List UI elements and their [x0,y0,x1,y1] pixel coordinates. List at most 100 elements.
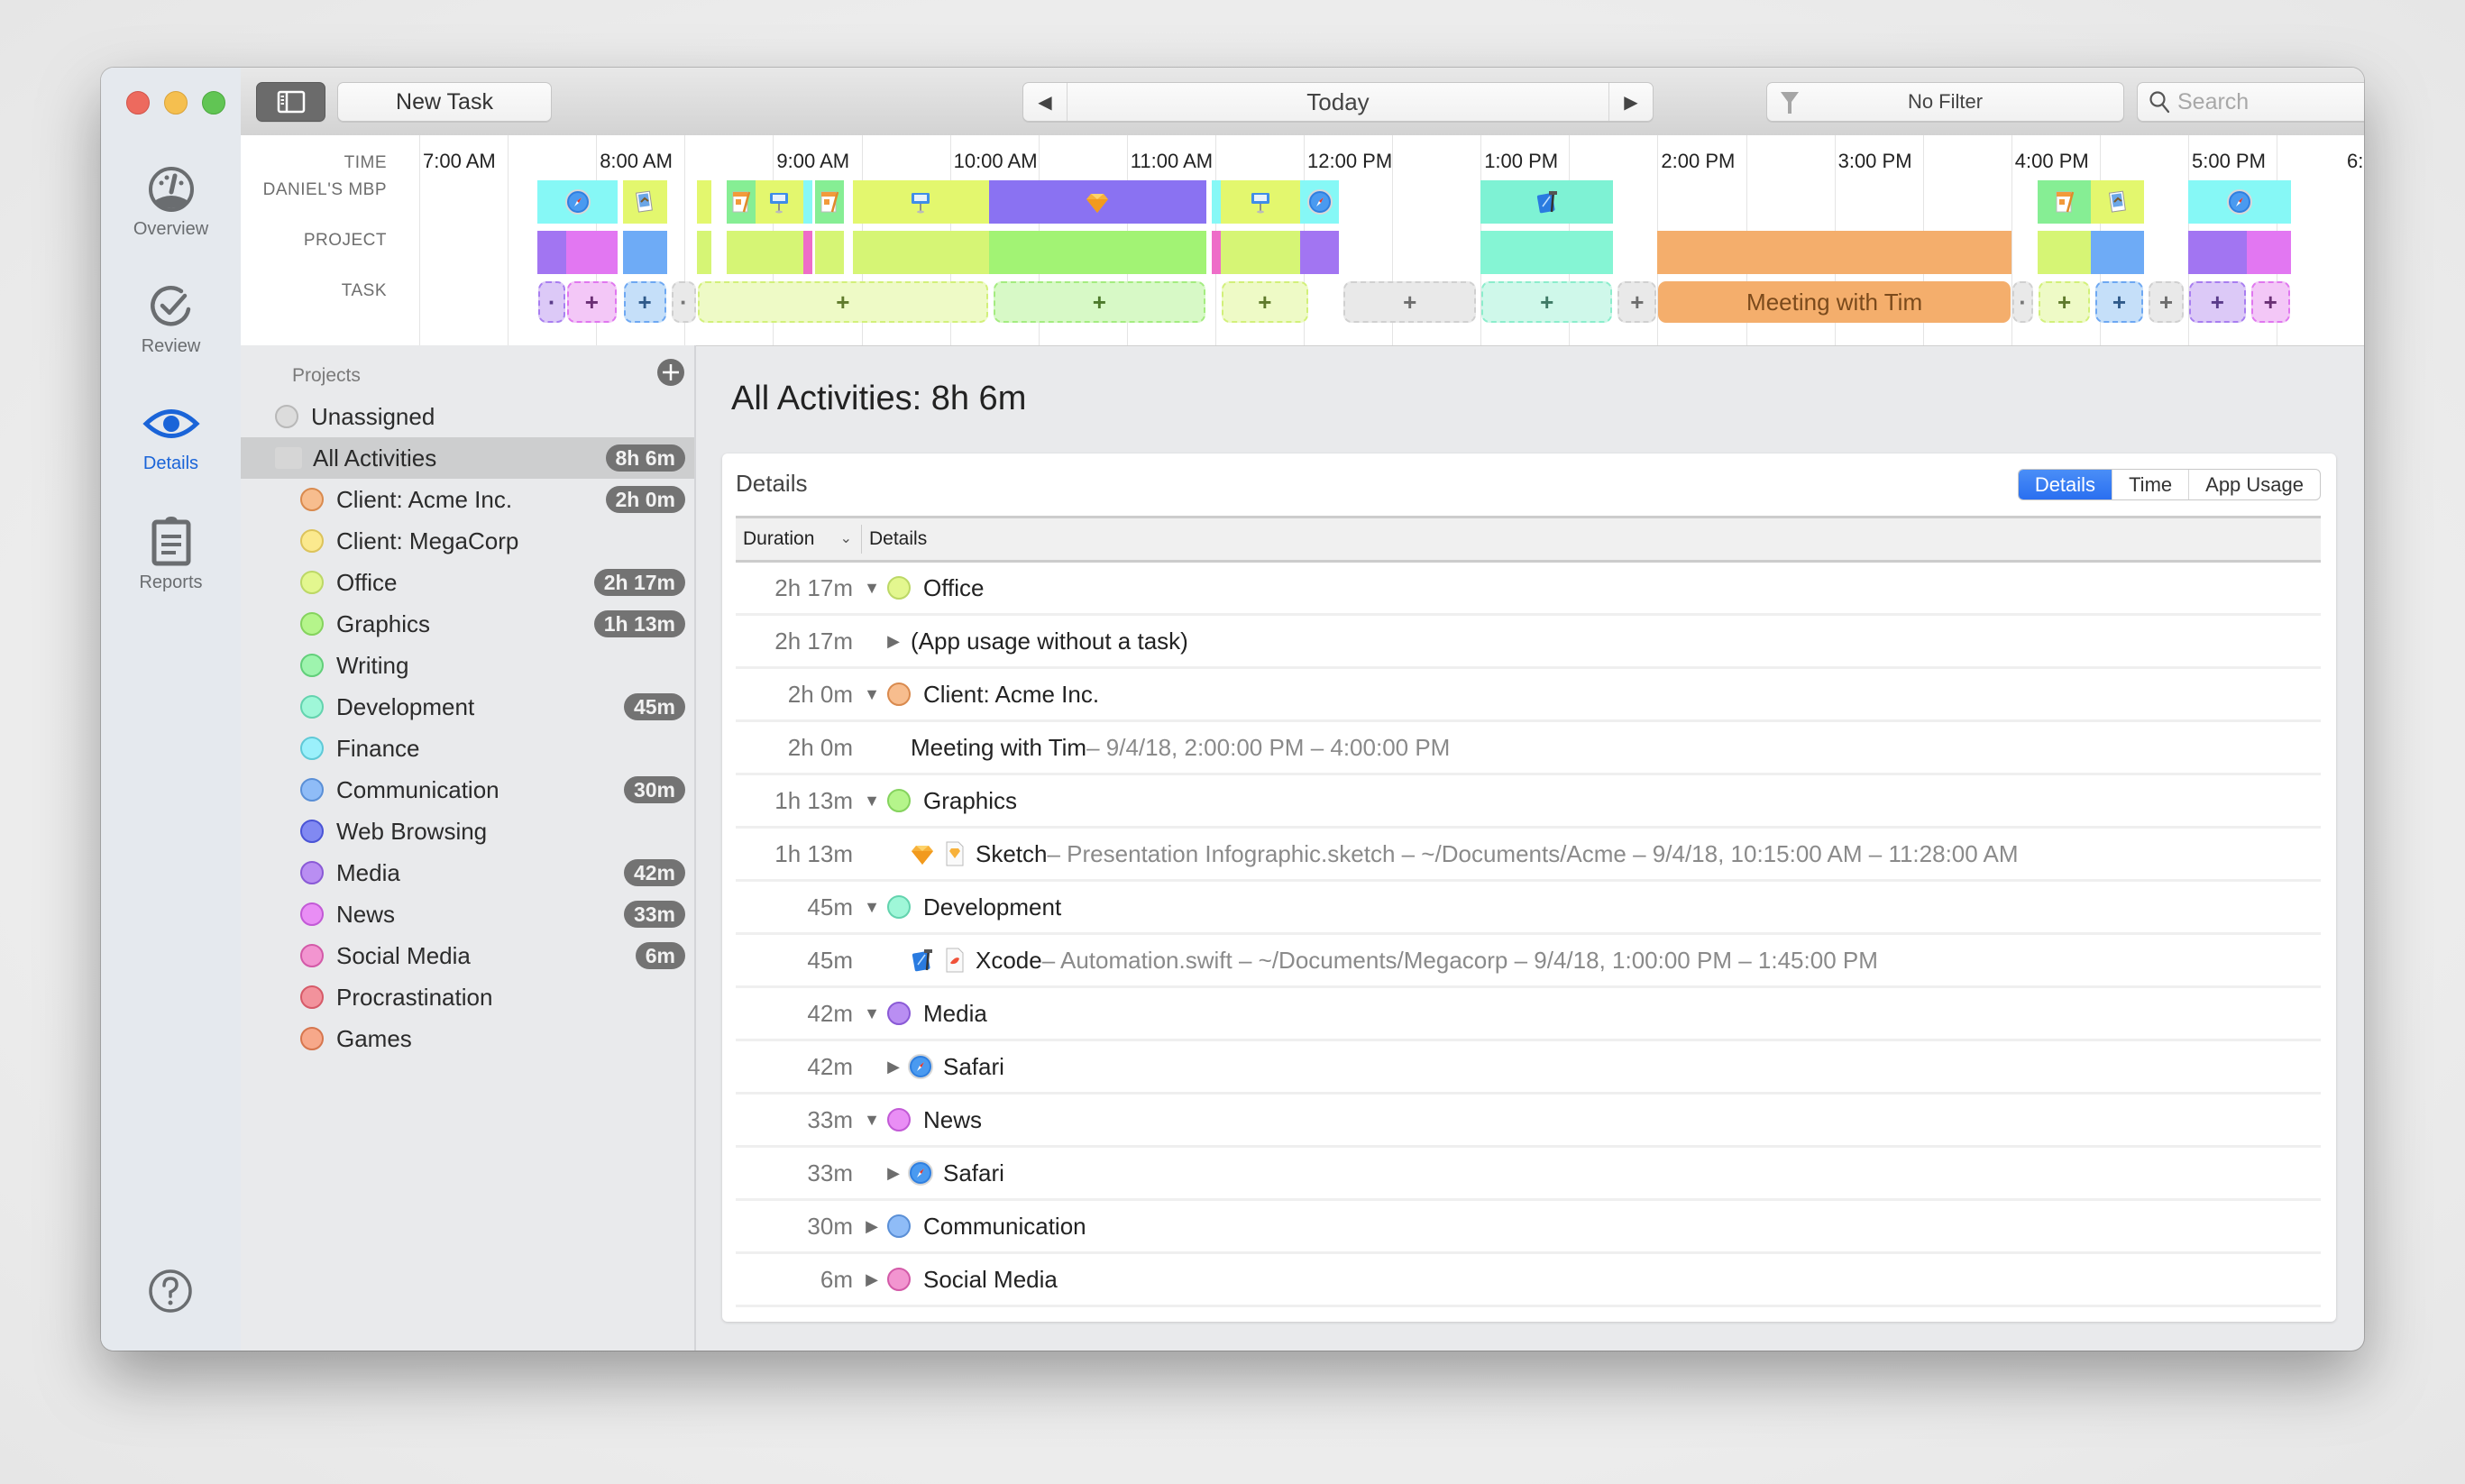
tab-details[interactable]: Details [2018,470,2112,499]
disclosure-closed-icon[interactable]: ▶ [862,1270,882,1289]
disclosure-open-icon[interactable]: ▼ [862,898,882,917]
nav-review[interactable]: Review [101,282,241,357]
project-segment[interactable] [622,231,667,274]
device-activity-segment[interactable] [622,180,667,224]
project-segment[interactable] [1220,231,1301,274]
project-segment[interactable] [988,231,1207,274]
device-activity-segment[interactable] [1211,180,1221,224]
column-header-duration[interactable]: Duration ⌄ [736,525,862,554]
device-activity-segment[interactable] [755,180,803,224]
project-segment[interactable] [852,231,989,274]
project-item[interactable]: All Activities 8h 6m [241,437,694,479]
nav-details[interactable]: Details [101,399,241,474]
project-item[interactable]: Games [241,1018,694,1059]
filter-button[interactable]: No Filter [1766,82,2124,122]
project-item[interactable]: Finance [241,728,694,769]
new-task-button[interactable]: New Task [337,82,552,122]
table-row[interactable]: 42m ▶ Safari [736,1041,2321,1095]
project-segment[interactable] [802,231,812,274]
project-segment[interactable] [537,231,566,274]
next-day-button[interactable]: ▶ [1608,83,1653,121]
device-activity-segment[interactable] [852,180,989,224]
project-item[interactable]: Office 2h 17m [241,562,694,603]
disclosure-open-icon[interactable]: ▼ [862,579,882,598]
device-activity-segment[interactable] [727,180,756,224]
zoom-window-button[interactable] [202,91,225,115]
table-row[interactable]: 2h 0m Meeting with Tim – 9/4/18, 2:00:00 … [736,722,2321,775]
add-project-button[interactable] [656,358,685,391]
table-row[interactable]: 45m Xcode – Automation.swift – ~/Document… [736,935,2321,988]
project-item[interactable]: Writing [241,645,694,686]
disclosure-open-icon[interactable]: ▼ [862,685,882,704]
disclosure-open-icon[interactable]: ▼ [862,1004,882,1023]
table-row[interactable]: 42m ▼ Media [736,988,2321,1041]
table-row[interactable]: 30m ▶ Communication [736,1201,2321,1254]
device-activity-segment[interactable] [988,180,1207,224]
add-task-segment[interactable]: · [671,281,697,323]
project-segment[interactable] [1657,231,2011,274]
project-item[interactable]: Media 42m [241,852,694,893]
device-activity-segment[interactable] [1220,180,1301,224]
project-item[interactable]: Client: Acme Inc. 2h 0m [241,479,694,520]
search-field[interactable]: Search [2137,82,2364,122]
project-item[interactable]: Graphics 1h 13m [241,603,694,645]
table-row[interactable]: 2h 17m ▶ (App usage without a task) [736,616,2321,669]
project-item[interactable]: Procrastination [241,976,694,1018]
table-row[interactable]: 33m ▶ Safari [736,1148,2321,1201]
add-task-segment[interactable]: + [623,281,666,323]
add-task-segment[interactable]: + [2039,281,2091,323]
column-header-details[interactable]: Details [862,528,927,550]
project-segment[interactable] [2038,231,2092,274]
add-task-segment[interactable]: + [2189,281,2246,323]
project-segment[interactable] [1480,231,1614,274]
disclosure-closed-icon[interactable]: ▶ [884,1164,903,1183]
device-activity-segment[interactable] [697,180,711,224]
table-row[interactable]: 1h 13m ▼ Graphics [736,775,2321,829]
device-activity-segment[interactable] [802,180,812,224]
table-row[interactable]: 1h 13m Sketch – Presentation Infographic.… [736,829,2321,882]
table-row[interactable]: 2h 0m ▼ Client: Acme Inc. [736,669,2321,722]
add-task-segment[interactable]: + [2095,281,2143,323]
project-item[interactable]: Development 45m [241,686,694,728]
table-row[interactable]: 2h 17m ▼ Office [736,563,2321,616]
add-task-segment[interactable]: + [566,281,617,323]
table-row[interactable]: 45m ▼ Development [736,882,2321,935]
table-row[interactable]: 6m ▶ Social Media [736,1254,2321,1307]
device-activity-segment[interactable] [2091,180,2144,224]
tab-time[interactable]: Time [2112,470,2188,499]
sidebar-toggle-button[interactable] [256,82,325,122]
add-task-segment[interactable]: + [1617,281,1657,323]
device-activity-segment[interactable] [1300,180,1340,224]
add-task-segment[interactable]: · [538,281,565,323]
project-item[interactable]: Web Browsing [241,811,694,852]
device-activity-segment[interactable] [1480,180,1614,224]
disclosure-open-icon[interactable]: ▼ [862,792,882,811]
add-task-segment[interactable]: + [1221,281,1308,323]
tab-app-usage[interactable]: App Usage [2188,470,2320,499]
add-task-segment[interactable]: · [2011,281,2034,323]
add-task-segment[interactable]: + [2148,281,2185,323]
minimize-window-button[interactable] [164,91,188,115]
nav-reports[interactable]: Reports [101,515,241,593]
add-task-segment[interactable]: + [698,281,988,323]
device-activity-segment[interactable] [2038,180,2092,224]
project-item[interactable]: Unassigned [241,396,694,437]
close-window-button[interactable] [126,91,150,115]
project-item[interactable]: Communication 30m [241,769,694,811]
project-item[interactable]: News 33m [241,893,694,935]
add-task-segment[interactable]: + [2250,281,2290,323]
add-task-segment[interactable]: + [1343,281,1477,323]
device-activity-segment[interactable] [2188,180,2291,224]
disclosure-closed-icon[interactable]: ▶ [884,632,903,651]
project-segment[interactable] [1211,231,1221,274]
project-item[interactable]: Social Media 6m [241,935,694,976]
help-button[interactable] [147,1268,194,1319]
today-button[interactable]: Today [1068,88,1608,116]
task-segment[interactable]: Meeting with Tim [1658,281,2011,323]
disclosure-open-icon[interactable]: ▼ [862,1111,882,1130]
device-activity-segment[interactable] [815,180,844,224]
project-item[interactable]: Client: MegaCorp [241,520,694,562]
project-segment[interactable] [1300,231,1340,274]
nav-overview[interactable]: Overview [101,165,241,240]
project-segment[interactable] [2246,231,2291,274]
